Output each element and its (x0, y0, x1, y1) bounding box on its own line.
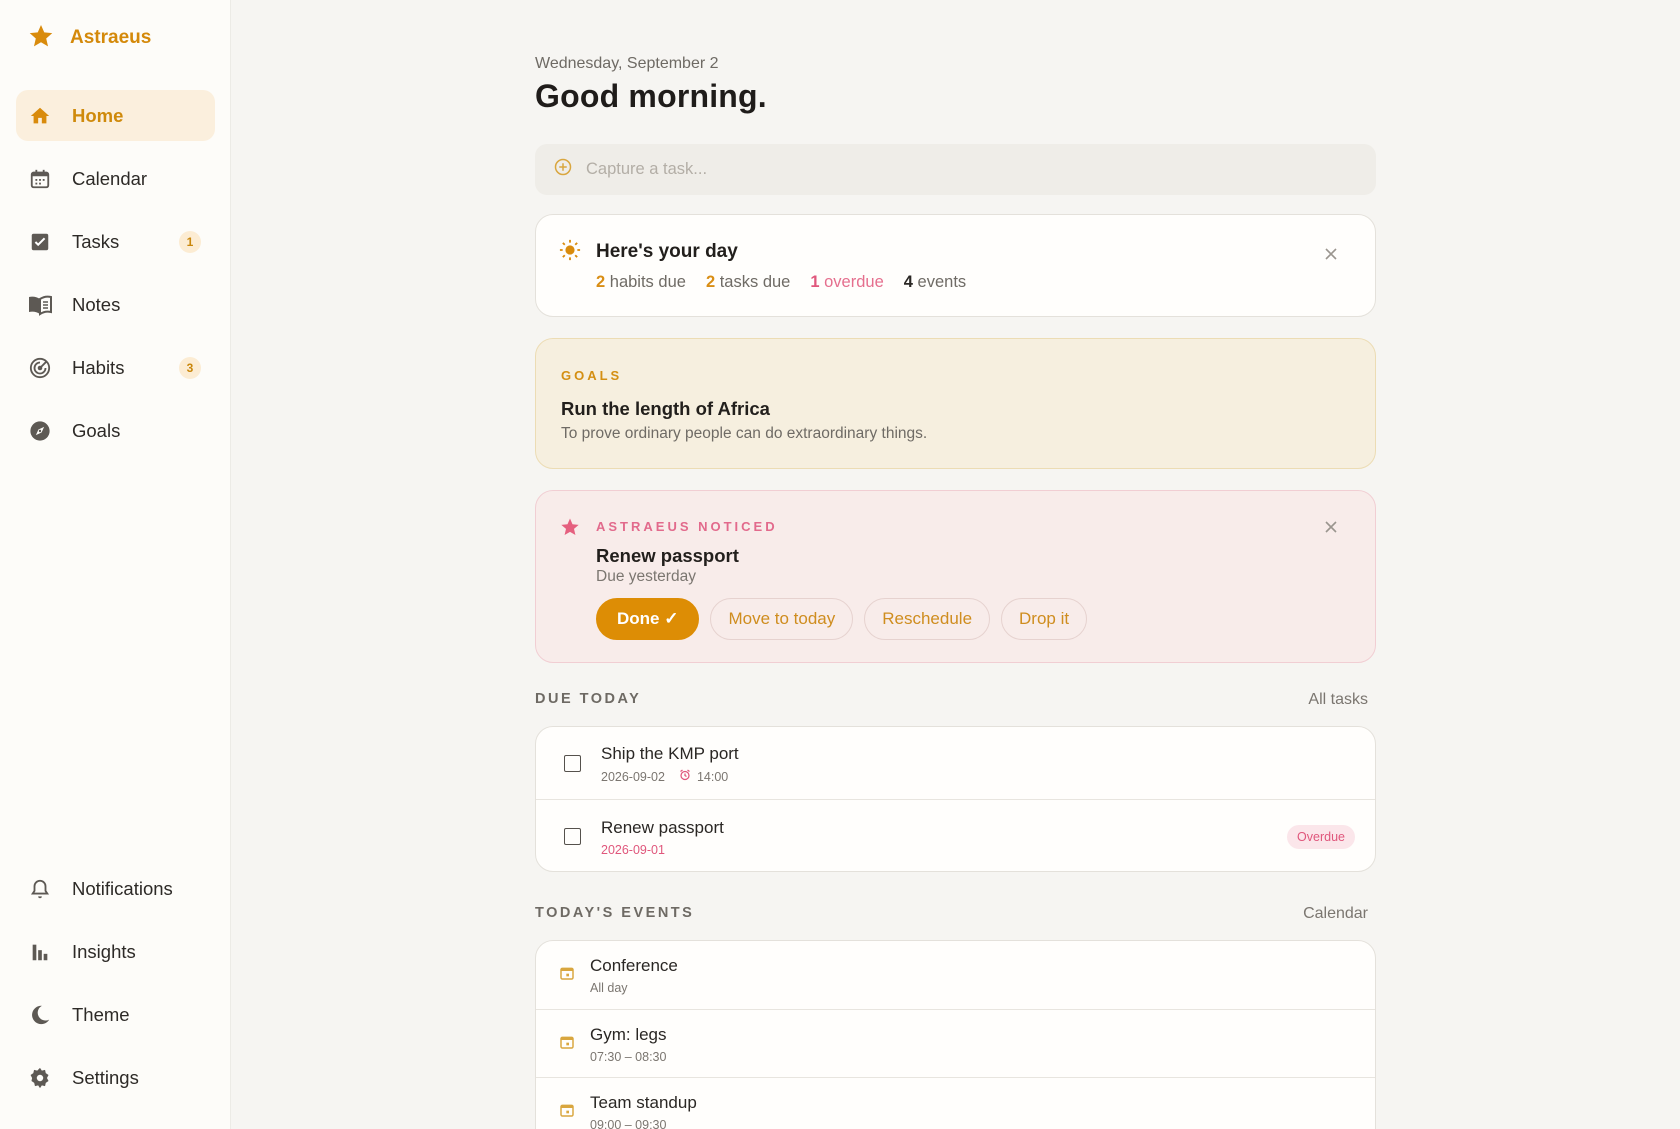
task-title: Renew passport (601, 818, 724, 837)
capture-bar[interactable] (535, 144, 1376, 195)
day-stats: 2 habits due 2 tasks due 1 overdue 4 eve… (596, 273, 966, 292)
brand[interactable]: Astraeus (28, 22, 151, 54)
brand-name: Astraeus (70, 27, 152, 48)
habits-count-badge: 3 (179, 357, 201, 379)
sidebar-item-theme[interactable]: Theme (16, 989, 215, 1040)
sidebar: Astraeus Home Calendar Tasks 1 Notes Hab… (0, 0, 231, 1129)
date-label: Wednesday, September 2 (535, 55, 719, 72)
close-icon[interactable] (1323, 519, 1339, 535)
event-row[interactable]: Gym: legs 07:30 – 08:30 (536, 1009, 1375, 1077)
sidebar-item-label: Tasks (72, 230, 120, 252)
calendar-icon (559, 1102, 575, 1123)
noticed-label: ASTRAEUS NOTICED (596, 519, 778, 534)
section-title: DUE TODAY (535, 691, 642, 707)
task-checkbox[interactable] (564, 755, 581, 772)
event-title: Conference (590, 956, 678, 975)
page-title: Good morning. (535, 78, 767, 114)
goal-description: To prove ordinary people can do extraord… (561, 425, 928, 442)
bell-icon (28, 877, 52, 901)
gear-icon (28, 1066, 52, 1090)
event-title: Gym: legs (590, 1025, 667, 1044)
calendar-icon (559, 1034, 575, 1055)
event-time: 07:30 – 08:30 (590, 1050, 667, 1064)
book-icon (28, 293, 52, 317)
tasks-due-stat[interactable]: 2 tasks due (706, 273, 790, 292)
event-row[interactable]: Conference All day (536, 941, 1375, 1009)
goals-card[interactable]: GOALS Run the length of Africa To prove … (535, 338, 1376, 469)
close-icon[interactable] (1323, 246, 1339, 262)
compass-icon (28, 419, 52, 443)
noticed-task-due: Due yesterday (596, 568, 696, 585)
bar-chart-icon (28, 940, 52, 964)
star-icon (28, 23, 54, 54)
sidebar-item-insights[interactable]: Insights (16, 926, 215, 977)
events-list: Conference All day Gym: legs 07:30 – 08:… (535, 940, 1376, 1129)
day-summary-card: Here's your day 2 habits due 2 tasks due… (535, 214, 1376, 317)
move-to-today-button[interactable]: Move to today (710, 598, 854, 640)
sidebar-item-tasks[interactable]: Tasks 1 (16, 216, 215, 267)
events-header: TODAY'S EVENTS Calendar (535, 905, 1376, 923)
task-checkbox[interactable] (564, 828, 581, 845)
task-date: 2026-09-01 (601, 843, 665, 857)
day-summary-title: Here's your day (596, 241, 738, 262)
capture-task-input[interactable] (586, 160, 1346, 179)
task-time: 14:00 (696, 769, 729, 784)
drop-it-button[interactable]: Drop it (1001, 598, 1088, 640)
due-today-list: Ship the KMP port 2026-09-02 14:00 Renew… (535, 726, 1376, 872)
sidebar-item-notifications[interactable]: Notifications (16, 863, 215, 914)
event-time: 09:00 – 09:30 (590, 1118, 667, 1129)
goal-title: Run the length of Africa (561, 398, 770, 419)
star-icon (560, 517, 580, 542)
alarm-clock-icon (679, 769, 691, 784)
moon-icon (28, 1003, 52, 1027)
event-time: All day (590, 981, 628, 995)
overdue-stat[interactable]: 1 overdue (810, 273, 883, 292)
tasks-count-badge: 1 (179, 231, 201, 253)
sidebar-item-label: Habits (72, 356, 125, 378)
target-icon (28, 356, 52, 380)
sidebar-item-label: Theme (72, 1003, 130, 1025)
due-today-header: DUE TODAY All tasks (535, 691, 1376, 709)
sidebar-item-calendar[interactable]: Calendar (16, 153, 215, 204)
event-title: Team standup (590, 1093, 697, 1112)
sidebar-item-settings[interactable]: Settings (16, 1052, 215, 1103)
noticed-task-title: Renew passport (596, 545, 739, 566)
task-meta: 2026-09-02 14:00 (601, 769, 728, 784)
calendar-link[interactable]: Calendar (1303, 905, 1368, 923)
events-stat[interactable]: 4 events (904, 273, 966, 292)
sidebar-item-home[interactable]: Home (16, 90, 215, 141)
sidebar-item-label: Calendar (72, 167, 148, 189)
noticed-actions: Done ✓ Move to today Reschedule Drop it (596, 598, 1088, 640)
sidebar-item-label: Goals (72, 419, 121, 441)
sidebar-item-notes[interactable]: Notes (16, 279, 215, 330)
sidebar-item-label: Notes (72, 293, 121, 315)
sidebar-item-habits[interactable]: Habits 3 (16, 342, 215, 393)
task-meta: 2026-09-01 (601, 843, 665, 857)
noticed-card: ASTRAEUS NOTICED Renew passport Due yest… (535, 490, 1376, 663)
overdue-badge: Overdue (1287, 825, 1355, 849)
section-title: TODAY'S EVENTS (535, 905, 695, 921)
done-button[interactable]: Done ✓ (596, 598, 700, 640)
event-row[interactable]: Team standup 09:00 – 09:30 (536, 1077, 1375, 1129)
task-title: Ship the KMP port (601, 744, 739, 763)
goals-section-label: GOALS (561, 368, 623, 383)
home-icon (28, 104, 52, 128)
checkbox-icon (28, 230, 52, 254)
sidebar-item-label: Insights (72, 940, 136, 962)
calendar-icon (559, 965, 575, 986)
reschedule-button[interactable]: Reschedule (864, 598, 991, 640)
plus-circle-icon (554, 158, 572, 181)
habits-due-stat[interactable]: 2 habits due (596, 273, 686, 292)
sidebar-item-label: Settings (72, 1066, 139, 1088)
sidebar-item-label: Home (72, 104, 124, 126)
sidebar-item-goals[interactable]: Goals (16, 405, 215, 456)
sidebar-item-label: Notifications (72, 877, 173, 899)
calendar-icon (28, 167, 52, 191)
sun-icon (559, 239, 581, 266)
task-row[interactable]: Renew passport 2026-09-01 Overdue (536, 799, 1375, 871)
all-tasks-link[interactable]: All tasks (1308, 691, 1368, 709)
task-date: 2026-09-02 (601, 769, 665, 784)
task-row[interactable]: Ship the KMP port 2026-09-02 14:00 (536, 727, 1375, 799)
